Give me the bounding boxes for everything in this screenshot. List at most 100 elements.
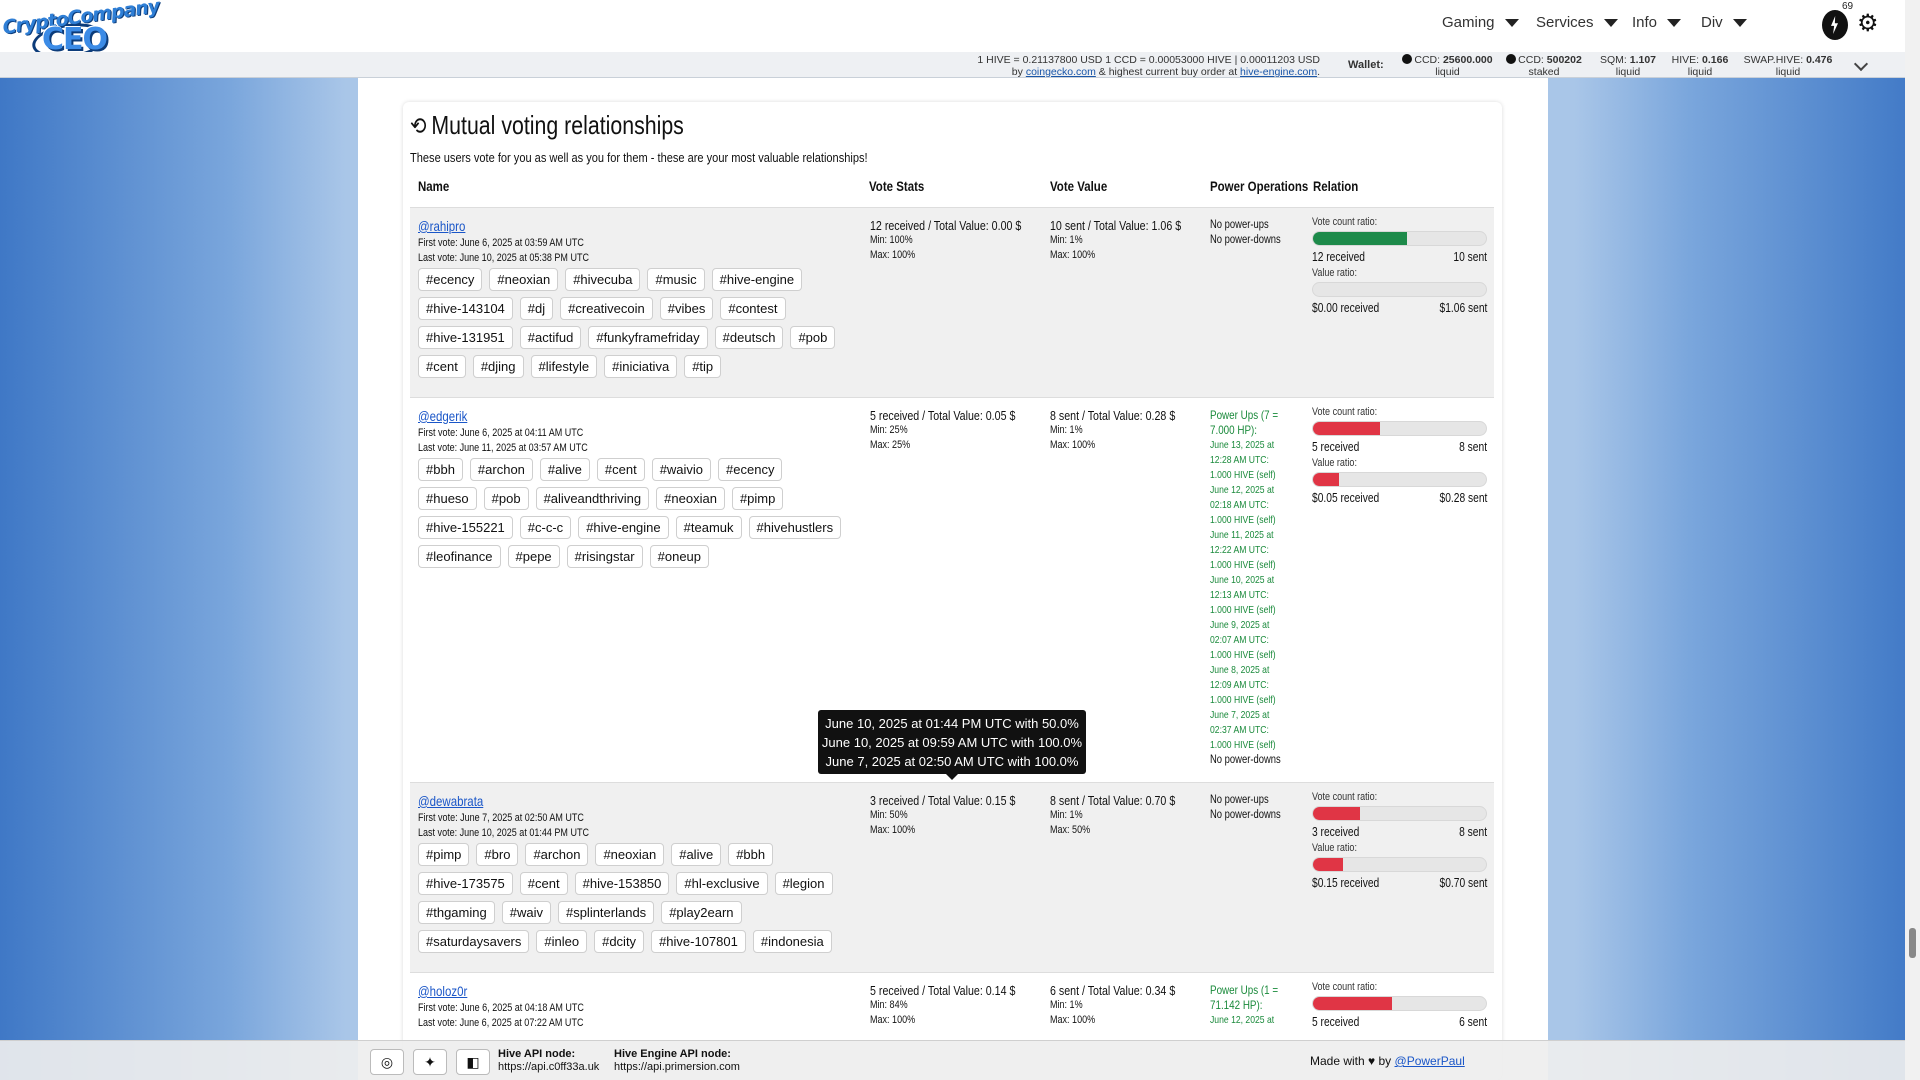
nav-gaming[interactable]: Gaming (1442, 14, 1519, 31)
tag-chip[interactable]: #neoxian (656, 487, 725, 510)
tag-chip[interactable]: #djing (472, 355, 524, 378)
tag-chip[interactable]: #pimp (731, 487, 784, 510)
col-header-vote-value: Vote Value (1050, 178, 1108, 194)
tag-chip[interactable]: #saturdaysavers (418, 930, 530, 953)
nav-info[interactable]: Info (1632, 14, 1682, 31)
wallet-item-name: SWAP.HIVE: (1743, 54, 1804, 66)
tag-chip[interactable]: #cent (418, 355, 466, 378)
tag-chip[interactable]: #bbh (418, 458, 463, 481)
caret-down-icon (1603, 18, 1618, 27)
value-values: $0.15 received $0.70 sent (1312, 876, 1487, 890)
tag-chip[interactable]: #actifud (519, 326, 582, 349)
tag-chip[interactable]: #thgaming (418, 901, 495, 924)
tag-chip[interactable]: #aliveandthriving (535, 487, 650, 510)
tag-chip[interactable]: #music (647, 268, 705, 291)
tag-chip[interactable]: #leofinance (418, 545, 501, 568)
vote-tooltip: June 10, 2025 at 01:44 PM UTC with 50.0%… (818, 710, 1086, 780)
tag-chip[interactable]: #hive-173575 (418, 872, 513, 895)
tag-chip[interactable]: #pimp (418, 843, 470, 866)
tag-chip[interactable]: #tip (684, 355, 722, 378)
page-scrollbar[interactable] (1905, 0, 1920, 1080)
vote-stats-min: Min: 50% (870, 809, 908, 821)
tag-chip[interactable]: #splinterlands (557, 901, 655, 924)
twitch-icon[interactable]: ◧ (456, 1049, 490, 1075)
tag-chip[interactable]: #hive-153850 (574, 872, 670, 895)
row-username-link[interactable]: @dewabrata (418, 793, 483, 809)
tag-chip[interactable]: #bbh (728, 843, 774, 866)
tag-chip[interactable]: #archon (525, 843, 589, 866)
vote-count-ratio-bar (1312, 421, 1487, 436)
author-link[interactable]: @PowerPaul (1395, 1054, 1465, 1068)
tag-chip[interactable]: #hivecuba (565, 268, 641, 291)
tag-chip[interactable]: #teamuk (675, 516, 742, 539)
discord-icon[interactable]: ◎ (370, 1049, 404, 1075)
coingecko-link[interactable]: coingecko.com (1026, 66, 1096, 78)
wallet-expand-chevron-icon[interactable] (1853, 56, 1869, 72)
tag-chip[interactable]: #hive-107801 (651, 930, 746, 953)
value-sent: $1.06 sent (1439, 301, 1487, 315)
vote-value: 10 sent / Total Value: 1.06 $ Min: 1% Max:… (1050, 218, 1181, 263)
nav-div[interactable]: Div (1701, 14, 1747, 31)
tag-chip[interactable]: #archon (469, 458, 533, 481)
tag-chip[interactable]: #lifestyle (530, 355, 598, 378)
row-username-link[interactable]: @edgerik (418, 408, 467, 424)
engine-api-url: https://api.primersion.com (614, 1061, 740, 1073)
tag-chip[interactable]: #indonesia (752, 930, 832, 953)
tag-chip[interactable]: #iniciativa (604, 355, 678, 378)
tag-chip[interactable]: #contest (720, 297, 786, 320)
tag-chip[interactable]: #cent (519, 872, 568, 895)
relation-ratios: Vote count ratio: 3 received 8 sent Value r… (1312, 791, 1487, 890)
notification-bolt-icon[interactable] (1822, 10, 1848, 40)
tag-chip[interactable]: #hive-155221 (418, 516, 513, 539)
tag-chip[interactable]: #risingstar (566, 545, 643, 568)
tag-chip[interactable]: #oneup (649, 545, 710, 568)
tag-chip[interactable]: #c-c-c (519, 516, 572, 539)
tag-chip[interactable]: #hive-engine (578, 516, 669, 539)
tag-chip[interactable]: #pepe (507, 545, 560, 568)
row-username-link[interactable]: @holoz0r (418, 983, 467, 999)
tag-chip[interactable]: #alive (671, 843, 722, 866)
price-middle: & highest current buy order at (1098, 66, 1238, 78)
power-ups-title: Power Ups (1 = (1210, 983, 1279, 997)
scrollbar-thumb[interactable] (1909, 928, 1916, 958)
tag-chip[interactable]: #hueso (418, 487, 477, 510)
row-username-link[interactable]: @rahipro (418, 218, 465, 234)
tag-chip[interactable]: #deutsch (714, 326, 784, 349)
wallet-item-name: CCD: (1414, 54, 1441, 66)
tag-chip[interactable]: #ecency (418, 268, 483, 291)
hive-engine-link[interactable]: hive-engine.com (1240, 66, 1317, 78)
value-received: $0.00 received (1312, 301, 1380, 315)
tag-chip[interactable]: #waiv (501, 901, 551, 924)
tag-chip[interactable]: #pob (790, 326, 836, 349)
tag-chip[interactable]: #waivio (651, 458, 712, 481)
tag-chip[interactable]: #hivehustlers (748, 516, 842, 539)
tag-chip[interactable]: #alive (539, 458, 590, 481)
twitter-icon[interactable]: ✦ (413, 1049, 447, 1075)
power-status-line: No power-downs (1210, 234, 1281, 246)
tag-chip[interactable]: #hl-exclusive (676, 872, 768, 895)
tag-chip[interactable]: #neoxian (489, 268, 559, 291)
vote-stats-max: Max: 100% (870, 1014, 916, 1026)
tag-chip[interactable]: #vibes (659, 297, 714, 320)
row-tags: #ecency #neoxian #hivecuba #music #hive-engi… (418, 268, 848, 378)
nav-services[interactable]: Services (1536, 14, 1618, 31)
tag-chip[interactable]: #ecency (718, 458, 783, 481)
site-logo[interactable]: CryptoCompany CEO (1, 0, 160, 63)
tag-chip[interactable]: #hive-engine (711, 268, 803, 291)
tag-chip[interactable]: #hive-143104 (418, 297, 513, 320)
value-ratio-fill (1313, 858, 1344, 871)
tag-chip[interactable]: #inleo (536, 930, 588, 953)
tag-chip[interactable]: #dcity (594, 930, 645, 953)
settings-gear-icon[interactable]: ⚙ (1857, 12, 1879, 36)
last-vote: Last vote: June 6, 2025 at 07:22 AM UTC (418, 1017, 584, 1029)
tag-chip[interactable]: #creativecoin (560, 297, 653, 320)
tag-chip[interactable]: #play2earn (661, 901, 742, 924)
tag-chip[interactable]: #hive-131951 (418, 326, 513, 349)
tag-chip[interactable]: #neoxian (595, 843, 665, 866)
tag-chip[interactable]: #bro (476, 843, 519, 866)
tag-chip[interactable]: #funkyframefriday (588, 326, 708, 349)
tag-chip[interactable]: #legion (774, 872, 833, 895)
tag-chip[interactable]: #pob (483, 487, 529, 510)
tag-chip[interactable]: #cent (596, 458, 645, 481)
tag-chip[interactable]: #dj (519, 297, 554, 320)
